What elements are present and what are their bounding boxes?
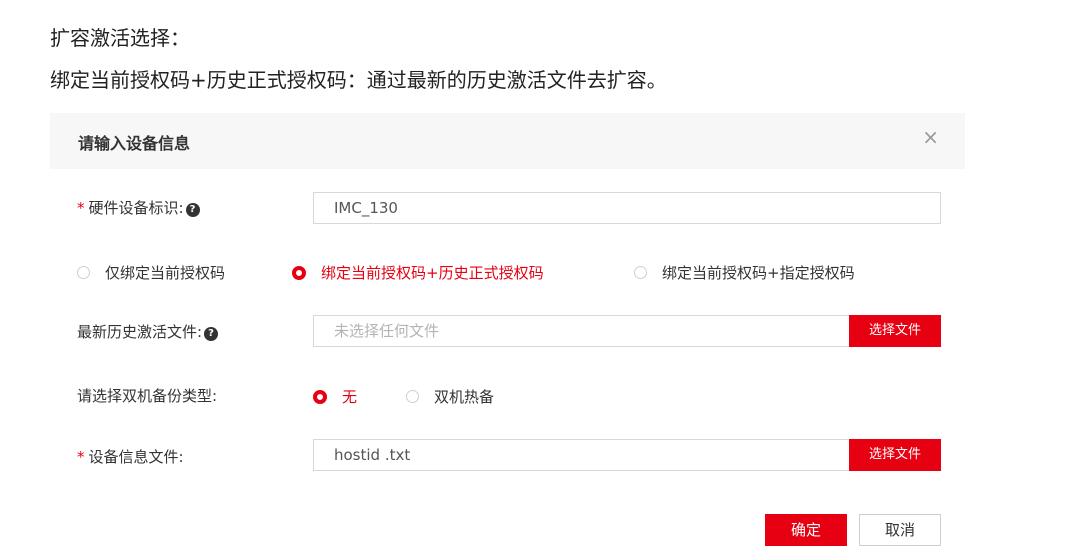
dialog-header: 请输入设备信息 × [50, 113, 965, 169]
history-file-label: 最新历史激活文件:? [77, 321, 219, 342]
doc-heading: 扩容激活选择： [50, 26, 190, 50]
radio-bind-current-plus-history[interactable]: 绑定当前授权码+历史正式授权码 [292, 262, 544, 283]
help-icon[interactable]: ? [204, 327, 219, 341]
required-mark: * [77, 199, 85, 217]
page: 扩容激活选择： 绑定当前授权码+历史正式授权码：通过最新的历史激活文件去扩容。 … [0, 0, 1068, 560]
hardware-id-label-text: 硬件设备标识: [88, 199, 184, 217]
choose-history-file-button[interactable]: 选择文件 [849, 315, 941, 347]
dialog-title: 请输入设备信息 [78, 134, 191, 153]
required-mark: * [77, 448, 85, 466]
cancel-button[interactable]: 取消 [859, 514, 941, 546]
confirm-button[interactable]: 确定 [765, 514, 847, 546]
history-file-label-text: 最新历史激活文件: [77, 323, 203, 341]
close-icon[interactable]: × [922, 125, 939, 149]
radio-label: 仅绑定当前授权码 [105, 264, 226, 282]
radio-circle [313, 389, 327, 404]
doc-description: 绑定当前授权码+历史正式授权码：通过最新的历史激活文件去扩容。 [50, 68, 667, 92]
hardware-id-label: * 硬件设备标识:? [77, 197, 200, 218]
radio-label: 绑定当前授权码+指定授权码 [662, 264, 855, 282]
radio-circle [292, 265, 306, 280]
history-file-input[interactable]: 未选择任何文件 [313, 315, 851, 347]
radio-label: 绑定当前授权码+历史正式授权码 [321, 264, 544, 282]
radio-bind-current-plus-specified[interactable]: 绑定当前授权码+指定授权码 [634, 262, 855, 283]
hardware-id-input[interactable]: IMC_130 [313, 192, 941, 224]
radio-backup-hot-standby[interactable]: 双机热备 [406, 386, 494, 407]
backup-type-label: 请选择双机备份类型: [77, 387, 218, 405]
radio-bind-current-only[interactable]: 仅绑定当前授权码 [77, 262, 225, 283]
radio-label: 无 [342, 388, 358, 406]
device-info-file-input[interactable]: hostid .txt [313, 439, 851, 471]
radio-circle [77, 266, 90, 279]
radio-backup-none[interactable]: 无 [313, 386, 357, 407]
radio-circle [634, 266, 647, 279]
radio-circle [406, 390, 419, 403]
device-info-file-label-text: 设备信息文件: [88, 448, 184, 466]
help-icon[interactable]: ? [185, 203, 200, 217]
radio-label: 双机热备 [434, 388, 495, 406]
choose-device-info-file-button[interactable]: 选择文件 [849, 439, 941, 471]
device-info-file-label: * 设备信息文件: [77, 446, 184, 467]
